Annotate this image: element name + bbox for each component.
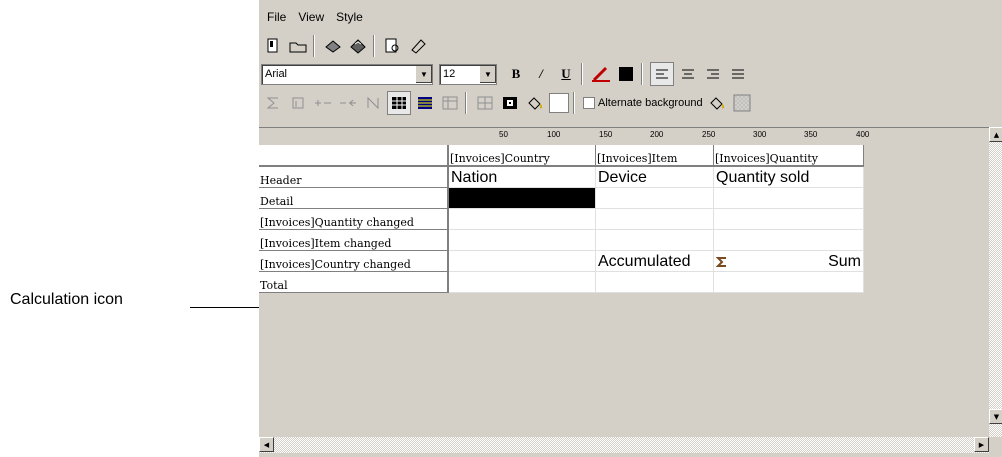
- report-toolbar: Alternate background: [259, 89, 753, 117]
- justify-icon[interactable]: [727, 63, 749, 85]
- report-grid: [Invoices]Country [Invoices]Item [Invoic…: [259, 145, 989, 435]
- table-cell[interactable]: [595, 208, 714, 230]
- underline-icon[interactable]: U: [555, 63, 577, 85]
- rows-icon[interactable]: [414, 92, 436, 114]
- ruler-label: 400: [856, 130, 870, 139]
- ruler-label: 200: [650, 130, 664, 139]
- text-color-icon[interactable]: [590, 63, 612, 85]
- row-label[interactable]: Header: [259, 166, 449, 188]
- row-label[interactable]: Total: [259, 271, 449, 293]
- menu-style[interactable]: Style: [335, 8, 364, 28]
- menu-view[interactable]: View: [297, 8, 325, 28]
- alt-fill-color-icon[interactable]: [706, 92, 728, 114]
- format-toolbar: Arial ▼ 12 ▼ B / U: [259, 60, 749, 88]
- row-label[interactable]: [Invoices]Quantity changed: [259, 208, 449, 230]
- calculation-value: Sum: [828, 253, 861, 270]
- scroll-down-icon[interactable]: ▼: [989, 409, 1002, 424]
- table-cell[interactable]: [448, 271, 596, 293]
- menu-file[interactable]: File: [266, 8, 287, 28]
- save-as-icon[interactable]: [347, 35, 369, 57]
- ruler-label: 300: [753, 130, 767, 139]
- report-editor-window: File View Style Arial ▼ 12 ▼ B / U Alter…: [259, 0, 1002, 457]
- table-cell[interactable]: [448, 208, 596, 230]
- sum-icon[interactable]: [262, 92, 284, 114]
- table-cell[interactable]: [595, 271, 714, 293]
- ruler-label: 150: [599, 130, 613, 139]
- file-toolbar: [259, 32, 429, 60]
- fill-color-icon[interactable]: [524, 92, 546, 114]
- font-size-value: 12: [443, 68, 456, 80]
- remove-column-icon[interactable]: [337, 92, 359, 114]
- pattern-icon[interactable]: [731, 92, 753, 114]
- table-cell[interactable]: [448, 250, 596, 272]
- n-icon[interactable]: [362, 92, 384, 114]
- insert-row-icon[interactable]: [287, 92, 309, 114]
- ruler: 50 100 150 200 250 300 350 400: [259, 127, 991, 144]
- table-cell[interactable]: [595, 229, 714, 251]
- bold-icon[interactable]: B: [505, 63, 527, 85]
- menu-bar: File View Style: [259, 8, 364, 28]
- horizontal-scrollbar[interactable]: ◀ ▶: [259, 437, 989, 453]
- column-header[interactable]: [Invoices]Quantity: [713, 145, 864, 167]
- table-disabled-icon[interactable]: [439, 92, 461, 114]
- table-cell[interactable]: Quantity sold: [713, 166, 864, 188]
- save-icon[interactable]: [322, 35, 344, 57]
- fill-swatch[interactable]: [549, 93, 569, 113]
- table-cell[interactable]: [713, 187, 864, 209]
- table-cell[interactable]: Sum: [713, 250, 864, 272]
- print-icon[interactable]: [407, 35, 429, 57]
- row-label[interactable]: [Invoices]Country changed: [259, 250, 449, 272]
- ruler-label: 350: [804, 130, 818, 139]
- chevron-down-icon: ▼: [479, 65, 496, 83]
- add-column-icon[interactable]: [312, 92, 334, 114]
- callout-label: Calculation icon: [10, 291, 123, 308]
- ruler-label: 250: [702, 130, 716, 139]
- ruler-label: 100: [547, 130, 561, 139]
- table-cell[interactable]: [713, 208, 864, 230]
- align-left-icon[interactable]: [650, 62, 674, 86]
- print-preview-icon[interactable]: [382, 35, 404, 57]
- italic-icon[interactable]: /: [530, 63, 552, 85]
- new-icon[interactable]: [262, 35, 284, 57]
- scroll-right-icon[interactable]: ▶: [974, 437, 989, 452]
- chevron-down-icon: ▼: [415, 65, 432, 83]
- table-cell[interactable]: Device: [595, 166, 714, 188]
- align-right-icon[interactable]: [702, 63, 724, 85]
- font-family-select[interactable]: Arial ▼: [261, 63, 433, 85]
- table-cell[interactable]: [713, 229, 864, 251]
- font-size-select[interactable]: 12 ▼: [439, 63, 497, 85]
- table-cell[interactable]: Accumulated: [595, 250, 714, 272]
- alternate-background-checkbox[interactable]: [583, 97, 595, 109]
- border-icon[interactable]: [474, 92, 496, 114]
- grid-view-icon[interactable]: [387, 91, 411, 115]
- table-cell[interactable]: [595, 187, 714, 209]
- table-cell[interactable]: [448, 229, 596, 251]
- ruler-label: 50: [499, 130, 508, 139]
- align-center-icon[interactable]: [677, 63, 699, 85]
- scroll-left-icon[interactable]: ◀: [259, 437, 274, 452]
- alternate-background-label: Alternate background: [598, 97, 703, 109]
- color-swatch-icon[interactable]: [615, 63, 637, 85]
- table-cell[interactable]: Nation: [448, 166, 596, 188]
- vertical-scrollbar[interactable]: ▲ ▼: [989, 127, 1002, 437]
- row-label[interactable]: Detail: [259, 187, 449, 209]
- report-table: [Invoices]Country [Invoices]Item [Invoic…: [259, 145, 864, 293]
- table-cell-selected[interactable]: [448, 187, 596, 209]
- row-label[interactable]: [Invoices]Item changed: [259, 229, 449, 251]
- open-icon[interactable]: [287, 35, 309, 57]
- column-header[interactable]: [Invoices]Item: [595, 145, 714, 167]
- font-family-value: Arial: [265, 68, 288, 80]
- calculation-icon[interactable]: [716, 257, 728, 267]
- scroll-up-icon[interactable]: ▲: [989, 127, 1002, 142]
- table-cell[interactable]: [713, 271, 864, 293]
- frame-icon[interactable]: [499, 92, 521, 114]
- column-header[interactable]: [Invoices]Country: [448, 145, 596, 167]
